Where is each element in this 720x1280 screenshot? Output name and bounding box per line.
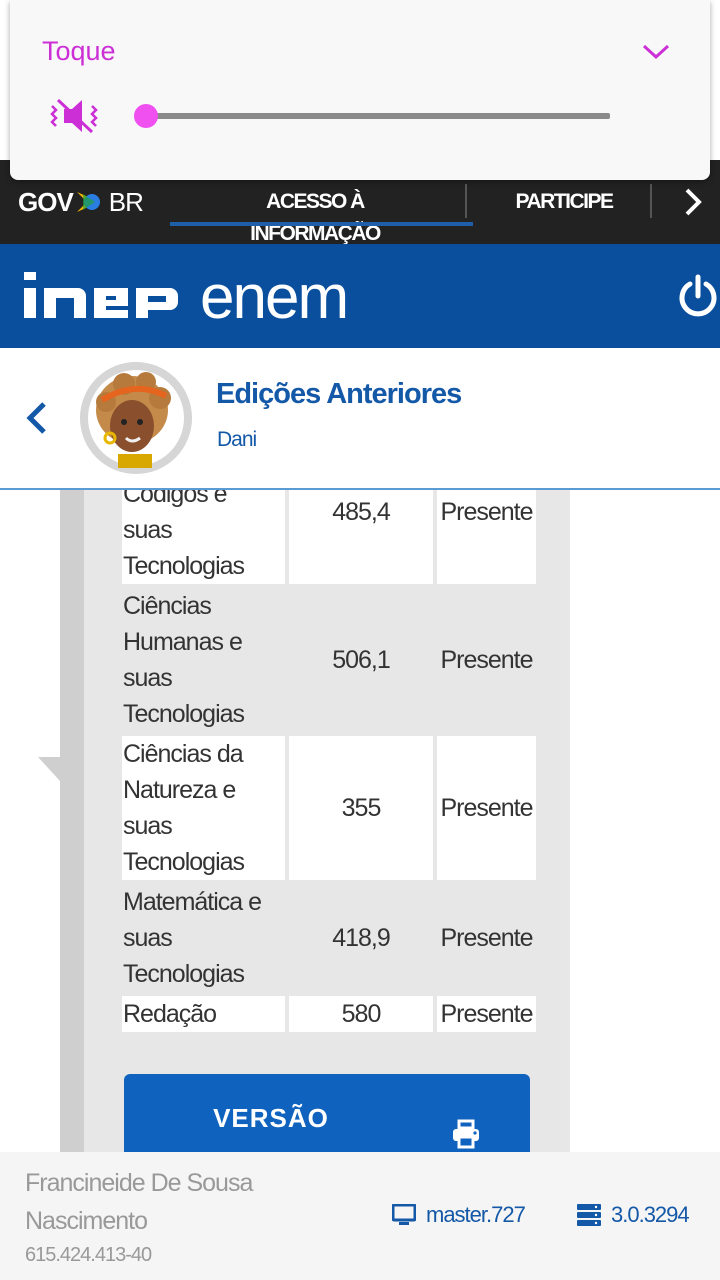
back-arrow-icon[interactable] [22, 398, 52, 438]
avatar-illustration [80, 362, 192, 474]
score-cell: 355 [289, 736, 433, 880]
power-icon[interactable] [676, 274, 720, 318]
timeline-pointer [38, 757, 60, 781]
print-button-label: VERSÃO IMPRESSA [199, 1103, 342, 1152]
enem-logo-text: enem [200, 263, 347, 328]
tab-divider [465, 184, 467, 218]
status-cell: Presente [437, 490, 536, 584]
status-cell: Presente [437, 884, 536, 992]
status-cell: Presente [437, 588, 536, 732]
status-cell: Presente [437, 996, 536, 1032]
branch-info: master.727 [392, 1202, 526, 1228]
gov-br-logo[interactable]: GOV BR [18, 186, 144, 218]
area-cell: Ciências Humanas e suas Tecnologias [122, 588, 285, 732]
table-row: Redação 580 Presente [122, 996, 536, 1032]
version-label: 3.0.3294 [611, 1202, 690, 1227]
score-cell: 418,9 [289, 884, 433, 992]
footer-user-id: 615.424.413-40 [25, 1244, 152, 1266]
br-logo-text: BR [108, 186, 144, 217]
area-cell: Códigos e suas Tecnologias [122, 490, 285, 584]
app-root: GOV BR ACESSO À INFORMAÇÃO PARTICIPE ene… [0, 0, 720, 1280]
area-cell: Redação [122, 996, 285, 1032]
gov-br-dot-icon [76, 192, 100, 212]
table-row: Códigos e suas Tecnologias 485,4 Present… [122, 490, 536, 584]
gov-logo-text: GOV [18, 186, 74, 217]
scores-table: Códigos e suas Tecnologias 485,4 Present… [118, 490, 540, 1036]
volume-slider-thumb[interactable] [134, 104, 158, 128]
inep-enem-logo: enem [24, 263, 349, 328]
branch-label: master.727 [426, 1202, 526, 1227]
table-row: Ciências Humanas e suas Tecnologias 506,… [122, 588, 536, 732]
printer-icon [453, 1119, 479, 1149]
table-row: Ciências da Natureza e suas Tecnologias … [122, 736, 536, 880]
page-title: Edições Anteriores [216, 378, 462, 410]
area-cell: Ciências da Natureza e suas Tecnologias [122, 736, 285, 880]
chevron-right-icon[interactable] [676, 184, 712, 220]
score-cell: 580 [289, 996, 433, 1032]
volume-panel: Toque [10, 0, 710, 180]
area-cell: Matemática e suas Tecnologias [122, 884, 285, 992]
version-info: 3.0.3294 [577, 1202, 690, 1228]
user-first-name: Dani [217, 428, 257, 451]
score-cell: 506,1 [289, 588, 433, 732]
tab-acesso-informacao[interactable]: ACESSO À INFORMAÇÃO [170, 186, 473, 245]
tab-participe[interactable]: PARTICIPE [514, 186, 614, 218]
table-row: Matemática e suas Tecnologias 418,9 Pres… [122, 884, 536, 992]
timeline-bar [60, 490, 84, 1152]
content-area[interactable]: Códigos e suas Tecnologias 485,4 Present… [0, 490, 720, 1152]
print-version-button[interactable]: VERSÃO IMPRESSA [124, 1074, 530, 1152]
score-cell: 485,4 [289, 490, 433, 584]
vibrate-mute-icon[interactable] [48, 96, 100, 136]
server-icon [577, 1204, 601, 1226]
volume-stream-title: Toque [42, 36, 116, 66]
monitor-icon [392, 1204, 416, 1225]
footer-user-name: Francineide De Sousa Nascimento [25, 1169, 253, 1235]
status-cell: Presente [437, 736, 536, 880]
volume-slider-track[interactable] [146, 113, 610, 119]
avatar [80, 362, 192, 474]
chevron-down-icon[interactable] [640, 40, 672, 64]
tab-divider [650, 184, 652, 218]
